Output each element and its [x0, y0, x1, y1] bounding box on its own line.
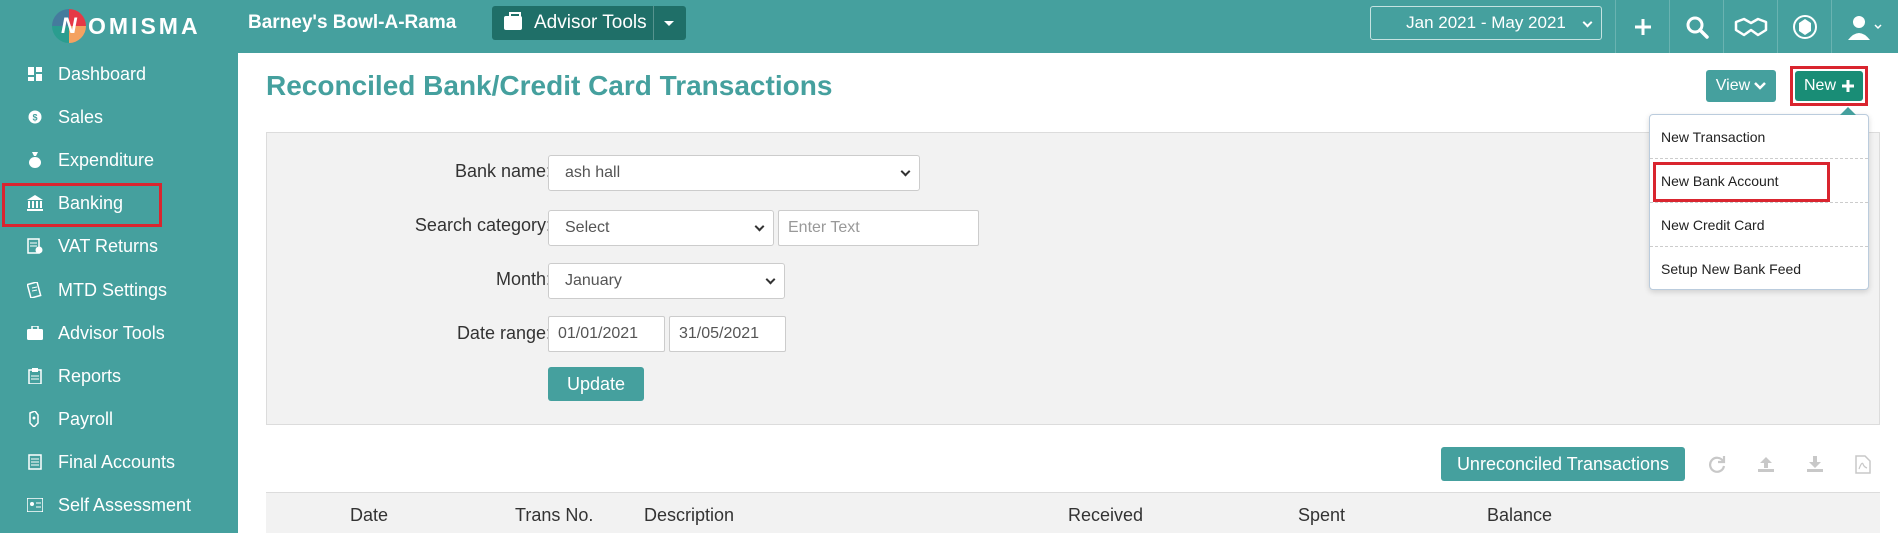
payroll-icon	[27, 411, 43, 427]
upload-icon[interactable]	[1755, 452, 1777, 476]
final-accounts-icon	[27, 454, 43, 470]
top-bar: N OMISMA Barney's Bowl-A-Rama Advisor To…	[0, 0, 1898, 53]
sidebar-item-expenditure[interactable]: Expenditure	[0, 139, 238, 181]
chevron-down-icon	[1754, 82, 1767, 90]
date-from-input[interactable]: 01/01/2021	[548, 316, 665, 352]
vat-icon	[27, 238, 43, 254]
month-select[interactable]: January	[548, 263, 785, 299]
plus-icon[interactable]	[1615, 0, 1669, 53]
caret-down-icon[interactable]	[664, 21, 674, 26]
new-button-highlight-box: New	[1790, 66, 1868, 106]
sales-icon: $	[27, 109, 43, 125]
month-label: Month:	[495, 269, 551, 289]
new-button[interactable]: New	[1795, 71, 1863, 101]
update-button[interactable]: Update	[548, 367, 644, 401]
pdf-icon[interactable]	[1852, 452, 1874, 476]
mtd-icon	[27, 282, 43, 298]
reports-icon	[27, 368, 43, 384]
period-selector[interactable]: Jan 2021 - May 2021	[1370, 6, 1602, 40]
chevron-down-icon	[1582, 17, 1593, 28]
search-icon[interactable]	[1669, 0, 1723, 53]
bank-name-label: Bank name:	[454, 161, 551, 181]
page-title: Reconciled Bank/Credit Card Transactions	[266, 70, 833, 101]
column-header-date[interactable]: Date	[350, 505, 388, 526]
view-button[interactable]: View	[1706, 70, 1776, 102]
menu-item-new-transaction[interactable]: New Transaction	[1650, 115, 1868, 159]
sidebar-item-sales[interactable]: $ Sales	[0, 96, 238, 138]
download-icon[interactable]	[1804, 452, 1826, 476]
briefcase-icon	[504, 12, 522, 30]
money-bag-icon	[27, 152, 43, 168]
chevron-down-icon	[900, 166, 911, 177]
column-header-trans-no[interactable]: Trans No.	[515, 505, 593, 526]
chevron-down-icon	[754, 221, 765, 232]
column-header-balance[interactable]: Balance	[1487, 505, 1552, 526]
user-icon[interactable]	[1831, 0, 1898, 53]
advisor-tools-button[interactable]: Advisor Tools	[492, 6, 686, 40]
menu-item-setup-bank-feed[interactable]: Setup New Bank Feed	[1650, 247, 1868, 291]
sidebar-item-vat-returns[interactable]: VAT Returns	[0, 225, 238, 267]
sidebar-item-payroll[interactable]: Payroll	[0, 398, 238, 440]
chevron-down-icon	[765, 274, 776, 285]
date-to-input[interactable]: 31/05/2021	[669, 316, 786, 352]
briefcase-icon	[27, 325, 43, 341]
crest-icon[interactable]	[1777, 0, 1831, 53]
menu-item-new-credit-card[interactable]: New Credit Card	[1650, 203, 1868, 247]
logo-text: OMISMA	[88, 12, 201, 39]
advisor-tools-label: Advisor Tools	[534, 12, 647, 33]
sidebar-item-final-accounts[interactable]: Final Accounts	[0, 441, 238, 483]
column-header-received[interactable]: Received	[1068, 505, 1143, 526]
column-header-description[interactable]: Description	[644, 505, 734, 526]
sidebar-item-dashboard[interactable]: Dashboard	[0, 53, 238, 95]
sidebar-item-self-assessment[interactable]: Self Assessment	[0, 484, 238, 526]
self-assessment-icon	[27, 497, 43, 513]
search-category-select[interactable]: Select	[548, 210, 774, 246]
sidebar: Dashboard $ Sales Expenditure Banking VA…	[0, 53, 238, 533]
handshake-icon[interactable]	[1723, 0, 1777, 53]
company-name: Barney's Bowl-A-Rama	[248, 12, 457, 33]
banking-highlight-box	[2, 183, 162, 227]
search-text-input[interactable]: Enter Text	[778, 210, 979, 246]
sidebar-item-reports[interactable]: Reports	[0, 355, 238, 397]
svg-text:$: $	[32, 113, 37, 123]
nomisma-logo[interactable]: N OMISMA	[52, 6, 201, 46]
search-category-label: Search category:	[414, 215, 551, 235]
bank-name-select[interactable]: ash hall	[548, 155, 920, 191]
logo-circle-icon: N	[52, 9, 86, 43]
dashboard-icon	[27, 66, 43, 82]
unreconciled-transactions-button[interactable]: Unreconciled Transactions	[1441, 447, 1685, 481]
sidebar-item-advisor-tools[interactable]: Advisor Tools	[0, 312, 238, 354]
plus-icon	[1842, 80, 1854, 92]
filter-panel: Bank name: ash hall Search category: Sel…	[266, 132, 1880, 425]
new-dropdown-menu: New Transaction New Bank Account New Cre…	[1649, 107, 1869, 291]
sidebar-item-mtd-settings[interactable]: MTD Settings	[0, 269, 238, 311]
date-range-label: Date range:	[456, 323, 551, 343]
transactions-table-header: Date Trans No. Description Received Spen…	[266, 492, 1880, 533]
period-label: Jan 2021 - May 2021	[1406, 13, 1566, 32]
refresh-icon[interactable]	[1706, 452, 1728, 476]
new-bank-account-highlight-box	[1653, 162, 1830, 202]
column-header-spent[interactable]: Spent	[1298, 505, 1345, 526]
